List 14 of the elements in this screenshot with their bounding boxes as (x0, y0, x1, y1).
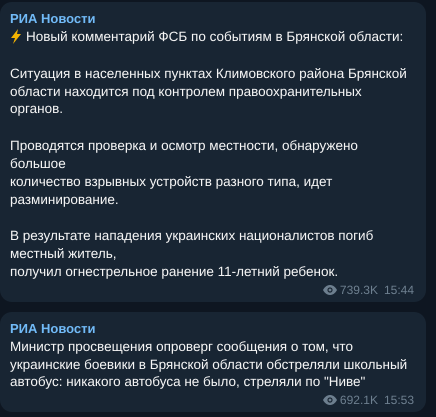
channel-name[interactable]: РИА Новости (10, 318, 96, 338)
message-text: В результате нападения украинских националистов погиб местный житель, получил огнестрельное ранение 11-летний ребенок. (10, 227, 374, 281)
message-text: Ситуация в населенных пунктах Климовского района Брянской области находится под контролем правоохранительных органов. (10, 64, 407, 118)
view-count: 692.1K (340, 392, 378, 408)
view-count: 739.3K (340, 282, 378, 298)
message-time: 15:53 (384, 392, 414, 408)
message-time: 15:44 (384, 282, 414, 298)
channel-name[interactable]: РИА Новости (10, 9, 96, 28)
message-text: Проводятся проверка и осмотр местности, обнаружено большое количество взрывных устройств разного типа, идет разминирование. (10, 137, 358, 208)
eye-icon (322, 284, 337, 295)
message-text: Министр просвещения опроверг сообщения о том, что украинские боевики в Брянской области обстреляли школьный автобус: никакого автобуса не было, стреляли по "Ниве" (10, 338, 408, 392)
lightning-icon (10, 29, 22, 44)
message-text: Новый комментарий ФСБ по событиям в Брянской области: (26, 28, 404, 46)
eye-icon (322, 395, 337, 406)
